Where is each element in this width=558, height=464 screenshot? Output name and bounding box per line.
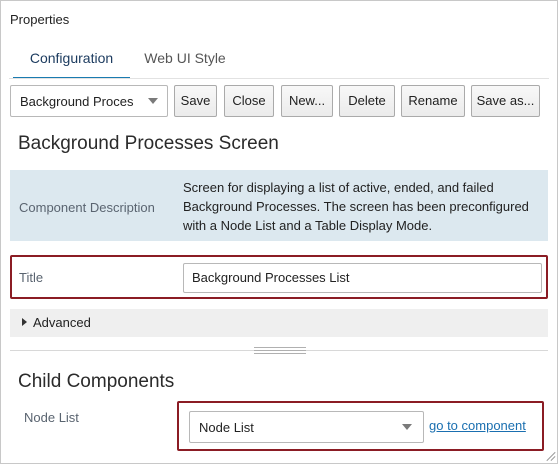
save-button[interactable]: Save (174, 85, 217, 117)
new-button[interactable]: New... (281, 85, 333, 117)
panel-title: Properties (10, 12, 70, 27)
tab-web-ui-style[interactable]: Web UI Style (138, 43, 232, 79)
screen-heading: Background Processes Screen (18, 133, 279, 154)
screen-select[interactable]: Background Proces (10, 85, 168, 117)
child-components-heading: Child Components (18, 371, 175, 392)
advanced-label: Advanced (33, 315, 91, 330)
close-button[interactable]: Close (224, 85, 274, 117)
title-input[interactable]: Background Processes List (183, 263, 542, 293)
node-list-select-value: Node List (199, 420, 254, 435)
properties-panel: Properties Configuration Web UI Style Ba… (0, 0, 558, 464)
chevron-down-icon (148, 98, 158, 104)
title-row-highlight: Title Background Processes List (10, 255, 548, 299)
save-as-button[interactable]: Save as... (471, 85, 540, 117)
node-list-select[interactable]: Node List (189, 411, 424, 443)
screen-select-value: Background Proces (20, 94, 134, 109)
node-list-highlight: Node List go to component (177, 401, 544, 451)
title-label: Title (19, 270, 44, 285)
tabs-divider (9, 78, 549, 79)
tab-configuration[interactable]: Configuration (13, 43, 130, 79)
resize-handle-icon[interactable] (545, 451, 555, 461)
component-description-row: Component Description Screen for display… (10, 170, 548, 241)
rename-button[interactable]: Rename (401, 85, 465, 117)
splitter-grip-icon[interactable] (254, 347, 306, 354)
go-to-component-link[interactable]: go to component (429, 418, 526, 433)
component-description-label: Component Description (19, 200, 155, 215)
chevron-down-icon (402, 424, 412, 430)
advanced-section-toggle[interactable]: Advanced (10, 309, 548, 337)
component-description-text: Screen for displaying a list of active, … (183, 180, 529, 233)
node-list-label: Node List (24, 410, 79, 425)
delete-button[interactable]: Delete (339, 85, 395, 117)
caret-right-icon (22, 318, 27, 326)
